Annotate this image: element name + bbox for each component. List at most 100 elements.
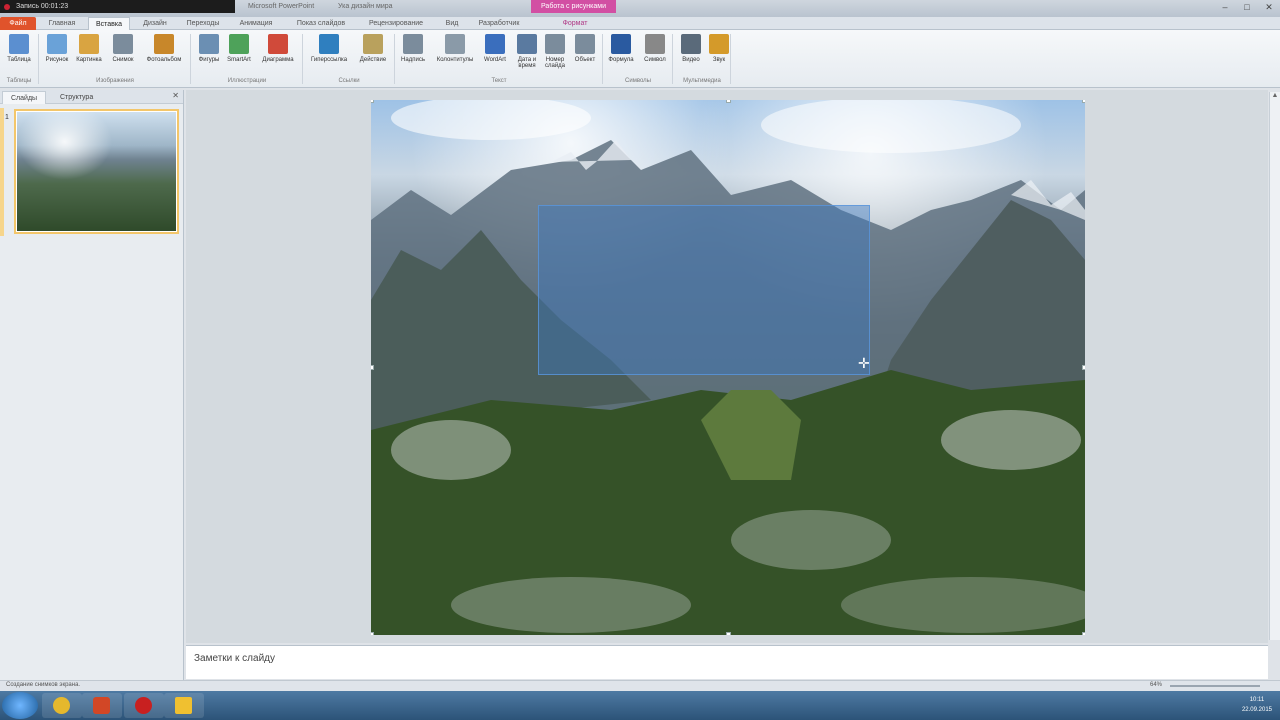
- photo-album-button[interactable]: Фотоальбом: [142, 34, 186, 63]
- screenshot-label: Снимок: [112, 57, 134, 63]
- textbox-label: Надпись: [401, 57, 425, 63]
- status-bar: Создание снимков экрана. 64%: [0, 680, 1280, 691]
- group-label: Таблицы: [6, 78, 32, 84]
- slide-thumbnail[interactable]: [14, 109, 179, 234]
- tab-animation[interactable]: Анимация: [232, 17, 280, 30]
- zoom-slider[interactable]: [1170, 685, 1260, 687]
- resize-handle[interactable]: [726, 100, 731, 103]
- maximize-icon[interactable]: □: [1236, 0, 1258, 14]
- equation-button[interactable]: Формула: [606, 34, 636, 63]
- video-button[interactable]: Видео: [676, 34, 706, 63]
- screenshot-icon: [113, 34, 133, 54]
- table-button[interactable]: Таблица: [4, 34, 34, 63]
- symbol-icon: [645, 34, 665, 54]
- close-icon[interactable]: ✕: [1258, 0, 1280, 14]
- chart-button[interactable]: Диаграмма: [258, 34, 298, 63]
- taskbar-app-recorder[interactable]: [124, 693, 164, 718]
- tab-home[interactable]: Главная: [42, 17, 82, 30]
- group-label: Изображения: [96, 78, 134, 84]
- tab-outline[interactable]: Структура: [52, 91, 101, 104]
- recorder-icon: [135, 697, 152, 714]
- wordart-button[interactable]: WordArt: [480, 34, 510, 63]
- ribbon: Таблица Рисунок Картинка Снимок Фотоальб…: [0, 30, 1280, 88]
- resize-handle[interactable]: [371, 365, 374, 370]
- recorder-strip: Запись 00:01:23: [0, 0, 235, 13]
- resize-handle[interactable]: [1082, 632, 1085, 635]
- action-icon: [363, 34, 383, 54]
- tab-file[interactable]: Файл: [0, 17, 36, 30]
- header-footer-icon: [445, 34, 465, 54]
- slide-canvas[interactable]: [371, 100, 1085, 635]
- resize-handle[interactable]: [371, 100, 374, 103]
- record-dot-icon[interactable]: [4, 3, 10, 10]
- tab-slideshow[interactable]: Показ слайдов: [288, 17, 354, 30]
- resize-handle[interactable]: [371, 632, 374, 635]
- taskbar-app-powerpoint[interactable]: [82, 693, 122, 718]
- tab-design[interactable]: Дизайн: [136, 17, 174, 30]
- powerpoint-icon: [93, 697, 110, 714]
- clipart-button[interactable]: Картинка: [74, 34, 104, 63]
- resize-handle[interactable]: [726, 632, 731, 635]
- selection-rectangle[interactable]: [538, 205, 870, 375]
- tab-slides[interactable]: Слайды: [2, 91, 47, 104]
- taskbar-app-other[interactable]: [164, 693, 204, 718]
- audio-label: Звук: [712, 57, 726, 63]
- tab-view[interactable]: Вид: [438, 17, 466, 30]
- group-label: Мультимедиа: [683, 78, 721, 84]
- wordart-icon: [485, 34, 505, 54]
- zoom-level[interactable]: 64%: [1150, 682, 1162, 688]
- slide-number: 1: [5, 114, 9, 121]
- object-icon: [575, 34, 595, 54]
- object-label: Объект: [574, 57, 596, 63]
- resize-handle[interactable]: [1082, 365, 1085, 370]
- notes-pane[interactable]: Заметки к слайду: [186, 645, 1268, 679]
- tab-transitions[interactable]: Переходы: [180, 17, 226, 30]
- tab-format[interactable]: Формат: [550, 17, 600, 30]
- taskbar: 10:11 22.09.2015: [0, 691, 1280, 720]
- equation-icon: [611, 34, 631, 54]
- resize-handle[interactable]: [1082, 100, 1085, 103]
- shapes-button[interactable]: Фигуры: [194, 34, 224, 63]
- header-footer-label: Колонтитулы: [436, 57, 474, 63]
- table-label: Таблица: [7, 57, 31, 63]
- action-button[interactable]: Действие: [354, 34, 392, 63]
- wordart-label: WordArt: [484, 57, 506, 63]
- recorder-text: Запись 00:01:23: [16, 3, 69, 10]
- tab-insert[interactable]: Вставка: [88, 17, 130, 30]
- textbox-button[interactable]: Надпись: [398, 34, 428, 63]
- picture-button[interactable]: Рисунок: [42, 34, 72, 63]
- slide-number-button[interactable]: Номер слайда: [540, 34, 570, 69]
- crosshair-cursor-icon: ✛: [858, 355, 870, 371]
- group-label: Ссылки: [338, 78, 360, 84]
- tab-developer[interactable]: Разработчик: [470, 17, 528, 30]
- object-button[interactable]: Объект: [570, 34, 600, 63]
- smartart-label: SmartArt: [227, 57, 251, 63]
- slide-number-label: Номер слайда: [544, 57, 566, 69]
- action-label: Действие: [359, 57, 387, 63]
- video-label: Видео: [682, 57, 700, 63]
- close-icon[interactable]: ✕: [172, 91, 179, 100]
- hyperlink-button[interactable]: Гиперссылка: [306, 34, 352, 63]
- notes-placeholder: Заметки к слайду: [194, 653, 275, 664]
- hyperlink-label: Гиперссылка: [310, 57, 348, 63]
- smartart-button[interactable]: SmartArt: [224, 34, 254, 63]
- app-icon: [175, 697, 192, 714]
- start-button[interactable]: [2, 692, 38, 719]
- separator: [602, 34, 603, 84]
- video-icon: [681, 34, 701, 54]
- scroll-up-icon[interactable]: ▲: [1270, 92, 1280, 99]
- taskbar-app-chrome[interactable]: [42, 693, 82, 718]
- equation-label: Формула: [608, 57, 634, 63]
- screenshot-button[interactable]: Снимок: [108, 34, 138, 63]
- clock-time: 10:11: [1249, 697, 1265, 703]
- symbol-button[interactable]: Символ: [640, 34, 670, 63]
- system-clock[interactable]: 10:11 22.09.2015: [1242, 695, 1272, 715]
- header-footer-button[interactable]: Колонтитулы: [432, 34, 478, 63]
- minimize-icon[interactable]: –: [1214, 0, 1236, 14]
- vertical-scrollbar[interactable]: ▲: [1269, 92, 1280, 640]
- tab-review[interactable]: Рецензирование: [360, 17, 432, 30]
- separator: [302, 34, 303, 84]
- datetime-button[interactable]: Дата и время: [512, 34, 542, 69]
- clipart-icon: [79, 34, 99, 54]
- title-bar: Запись 00:01:23 Microsoft PowerPoint Ука…: [0, 0, 1280, 17]
